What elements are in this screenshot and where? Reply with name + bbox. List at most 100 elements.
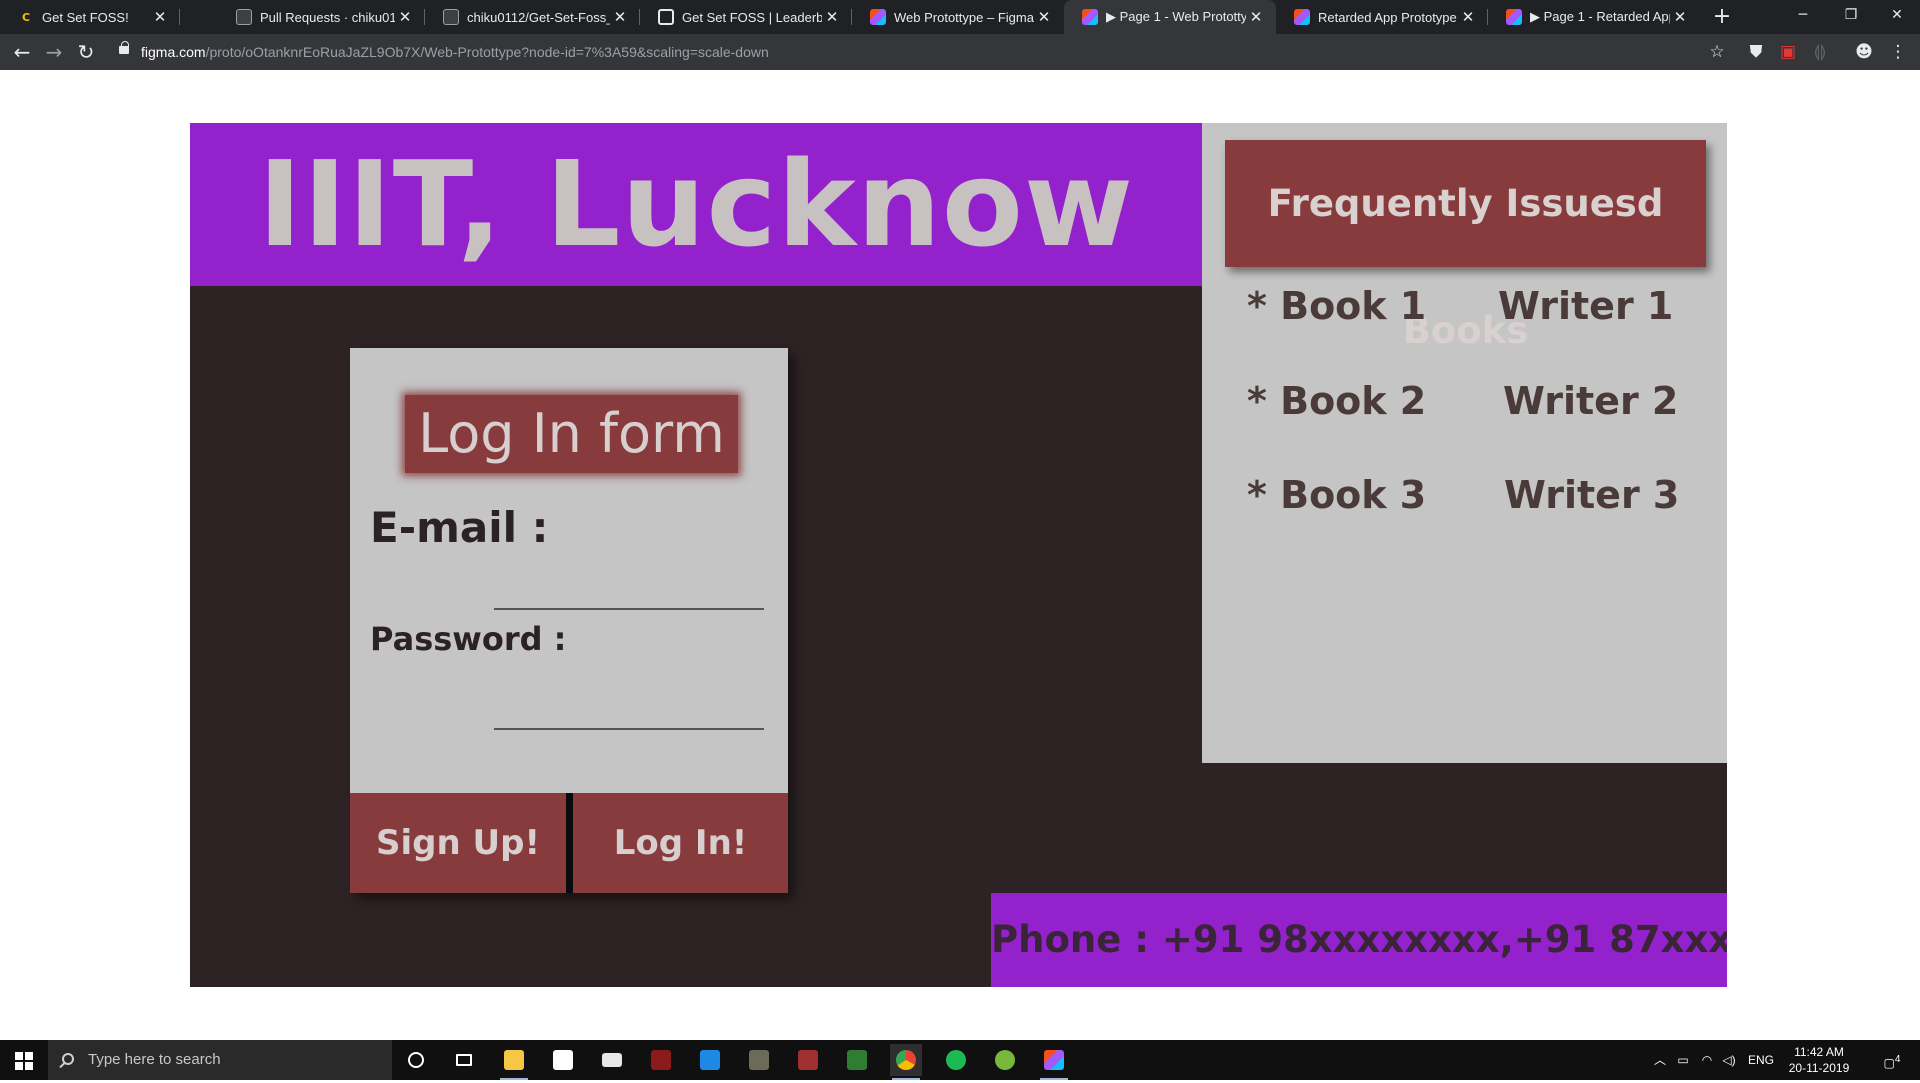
- button-divider: [566, 793, 573, 893]
- book-name: * Book 1: [1247, 284, 1427, 328]
- file-explorer-icon[interactable]: [498, 1044, 530, 1080]
- clock[interactable]: 11:42 AM 20-11-2019: [1784, 1044, 1854, 1076]
- search-placeholder: Type here to search: [88, 1051, 221, 1068]
- game-shooter-glyph: [798, 1050, 818, 1070]
- window-close-button[interactable]: ✕: [1874, 0, 1920, 30]
- game-icon[interactable]: [645, 1044, 677, 1076]
- chrome-icon[interactable]: [890, 1044, 922, 1080]
- figma-glyph: [1044, 1050, 1064, 1070]
- close-icon[interactable]: ✕: [1458, 8, 1478, 26]
- tab-title: Pull Requests · chiku0112/G: [260, 9, 395, 25]
- globe-icon: [658, 9, 674, 25]
- windows-start-button[interactable]: [0, 1040, 48, 1080]
- tab-github-repo[interactable]: chiku0112/Get-Set-Foss_De ✕: [425, 0, 640, 34]
- tab-figma-web-prototype[interactable]: Web Protottype – Figma ✕: [852, 0, 1064, 34]
- figma-icon: [1294, 9, 1310, 25]
- profile-avatar-icon[interactable]: ☻: [1852, 40, 1876, 64]
- password-label: Password :: [370, 620, 567, 658]
- game-shooter-icon[interactable]: [792, 1044, 824, 1076]
- mail-glyph: [602, 1053, 622, 1067]
- close-icon[interactable]: ✕: [610, 8, 630, 26]
- figma-icon: [870, 9, 886, 25]
- url-host: figma.com: [141, 44, 206, 60]
- close-icon[interactable]: ✕: [395, 8, 415, 26]
- github-icon: [236, 9, 252, 25]
- chevron-up-icon[interactable]: ︿: [1650, 1040, 1670, 1080]
- writer-name: Writer 3: [1504, 473, 1680, 517]
- url-path: /proto/oOtanknrEoRuaJaZL9Ob7X/Web-Protot…: [205, 44, 769, 60]
- bookmark-star-icon[interactable]: ☆: [1705, 40, 1729, 64]
- game-mw-icon[interactable]: [743, 1044, 775, 1076]
- game-glyph: [651, 1050, 671, 1070]
- tab-title: ▶ Page 1 - Web Protottype: [1106, 9, 1246, 24]
- back-arrow-icon[interactable]: ←: [8, 38, 36, 66]
- tab-retarded-app-prototype[interactable]: Retarded App Prototype – F ✕: [1276, 0, 1488, 34]
- tab-pull-requests[interactable]: Pull Requests · chiku0112/G ✕: [218, 0, 425, 34]
- task-view-icon[interactable]: [448, 1044, 480, 1076]
- system-tray: ︿ ▭ ◠ ◁) ENG 11:42 AM 20-11-2019 ▢4: [1650, 1040, 1920, 1080]
- close-icon[interactable]: ✕: [822, 8, 842, 26]
- address-bar[interactable]: figma.com/proto/oOtanknrEoRuaJaZL9Ob7X/W…: [112, 36, 1732, 68]
- sign-up-button[interactable]: Sign Up!: [350, 793, 566, 893]
- lock-icon: [119, 41, 129, 54]
- minimize-button[interactable]: ─: [1780, 0, 1826, 30]
- prototype-frame: IIIT, Lucknow Frequently Issuesd Books *…: [190, 123, 1727, 987]
- windows-taskbar: Type here to search ︿ ▭ ◠ ◁) ENG 11:42 A…: [0, 1040, 1920, 1080]
- notification-center-icon[interactable]: ▢4: [1872, 1040, 1912, 1080]
- extension-icon[interactable]: ⟬⟭: [1808, 40, 1832, 64]
- folder-glyph: [504, 1050, 524, 1070]
- wifi-icon[interactable]: ◠: [1696, 1040, 1718, 1080]
- store-icon[interactable]: [547, 1044, 579, 1076]
- password-field[interactable]: [494, 698, 764, 730]
- email-label: E-mail :: [370, 503, 549, 552]
- tab-title: Get Set FOSS!: [42, 9, 129, 25]
- book-name: * Book 2: [1247, 379, 1427, 423]
- volume-icon[interactable]: ◁): [1718, 1040, 1740, 1080]
- site-title: IIIT, Lucknow: [258, 135, 1134, 273]
- log-in-button[interactable]: Log In!: [573, 793, 788, 893]
- extension-red-icon[interactable]: ▣: [1776, 40, 1800, 64]
- tab-get-set-foss[interactable]: C Get Set FOSS! ✕: [0, 0, 180, 34]
- store-glyph: [553, 1050, 573, 1070]
- tab-title: chiku0112/Get-Set-Foss_De: [467, 9, 610, 25]
- url-text: figma.com/proto/oOtanknrEoRuaJaZL9Ob7X/W…: [141, 36, 769, 68]
- figma-desktop-icon[interactable]: [1038, 1044, 1070, 1080]
- spotify-icon[interactable]: [940, 1044, 972, 1076]
- tab-title: ▶ Page 1 - Retarded App Pr: [1530, 9, 1670, 24]
- writer-name: Writer 2: [1503, 379, 1679, 423]
- tab-leaderboard[interactable]: Get Set FOSS | Leaderboard ✕: [640, 0, 852, 34]
- tab-title: Get Set FOSS | Leaderboard: [682, 9, 822, 25]
- new-tab-button[interactable]: +: [1708, 3, 1736, 31]
- windows-logo-icon: [25, 1062, 33, 1070]
- cheat-engine-icon[interactable]: [841, 1044, 873, 1076]
- spotify-glyph: [946, 1050, 966, 1070]
- tab-title: Web Protottype – Figma: [894, 9, 1034, 25]
- header-band: IIIT, Lucknow: [190, 123, 1202, 286]
- battery-icon[interactable]: ▭: [1672, 1040, 1694, 1080]
- tab-page1-web-prototype[interactable]: ▶ Page 1 - Web Protottype ✕: [1064, 0, 1276, 34]
- close-icon[interactable]: ✕: [1034, 8, 1054, 26]
- cortana-icon[interactable]: [400, 1044, 432, 1076]
- forward-arrow-icon[interactable]: →: [40, 38, 68, 66]
- tab-page1-retarded-app[interactable]: ▶ Page 1 - Retarded App Pr ✕: [1488, 0, 1700, 34]
- notification-icon: ▢: [1883, 1056, 1895, 1070]
- taskbar-search-box[interactable]: Type here to search: [48, 1040, 392, 1080]
- utorrent-icon[interactable]: [989, 1044, 1021, 1076]
- language-indicator[interactable]: ENG: [1744, 1040, 1778, 1080]
- mail-icon[interactable]: [596, 1044, 628, 1076]
- menu-kebab-icon[interactable]: ⋮: [1886, 40, 1910, 64]
- email-field[interactable]: [494, 578, 764, 610]
- vscode-icon[interactable]: [694, 1044, 726, 1076]
- tab-title: Retarded App Prototype – F: [1318, 9, 1458, 25]
- close-icon[interactable]: ✕: [150, 8, 170, 26]
- shield-extension-icon[interactable]: ⛊: [1744, 40, 1768, 64]
- close-icon[interactable]: ✕: [1246, 8, 1266, 26]
- reload-icon[interactable]: ↻: [72, 38, 100, 66]
- close-icon[interactable]: ✕: [1670, 8, 1690, 26]
- restore-button[interactable]: ❐: [1828, 0, 1874, 30]
- windows-logo-icon: [15, 1052, 23, 1060]
- game-mw-glyph: [749, 1050, 769, 1070]
- book-list-item: * Book 3 Writer 3: [1202, 473, 1727, 533]
- cortana-circle: [408, 1052, 424, 1068]
- windows-logo-icon: [15, 1062, 23, 1070]
